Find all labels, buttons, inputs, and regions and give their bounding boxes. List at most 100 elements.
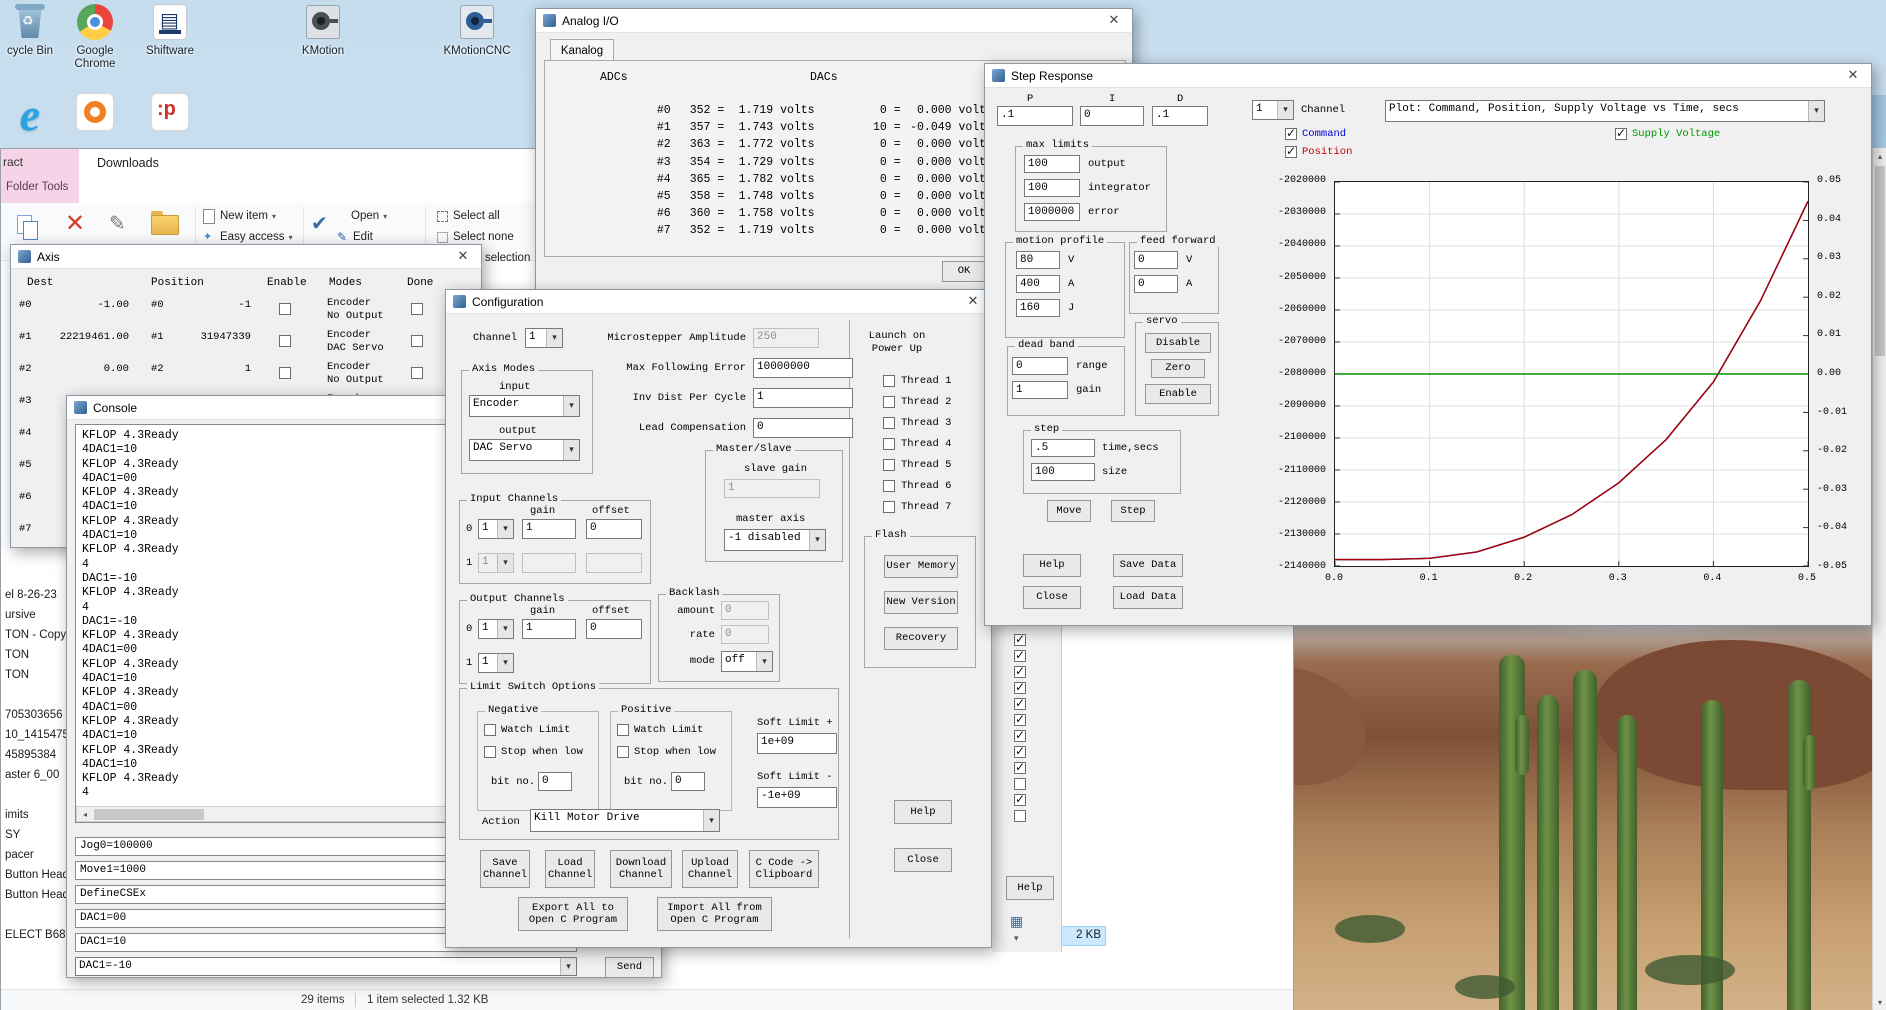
enable-checkbox[interactable] <box>279 303 291 315</box>
ribbon-tab-extract[interactable]: ract <box>3 155 23 169</box>
rate-input[interactable]: 0 <box>721 625 769 644</box>
close-icon[interactable] <box>1096 9 1132 32</box>
close-icon[interactable] <box>1835 64 1871 87</box>
slave-gain-input[interactable]: 1 <box>724 479 820 498</box>
file-name-item[interactable]: 705303656 <box>5 709 67 729</box>
desktop-scrollbar[interactable]: ▴ ▾ <box>1872 148 1886 1010</box>
file-name-item[interactable]: TON - Copy <box>5 629 67 649</box>
max-following-input[interactable]: 10000000 <box>753 358 853 378</box>
thread-checkbox[interactable] <box>883 438 895 450</box>
flash-button[interactable]: User Memory <box>884 555 958 578</box>
load-data-button[interactable]: Load Data <box>1113 586 1183 609</box>
lead-comp-input[interactable]: 0 <box>753 418 853 438</box>
grid-view-icon[interactable]: ▦ <box>1010 914 1023 930</box>
configuration-title-bar[interactable]: Configuration <box>446 290 991 314</box>
side-checkbox[interactable] <box>1014 762 1026 774</box>
file-name-item[interactable]: TON <box>5 649 67 669</box>
new-folder-icon[interactable] <box>151 215 181 237</box>
flash-button[interactable]: Recovery <box>884 627 958 650</box>
contextual-tab-folder-tools[interactable]: Folder Tools <box>6 181 68 193</box>
select-all-button[interactable]: Select all <box>453 210 500 222</box>
file-name-item[interactable]: el 8-26-23 <box>5 589 67 609</box>
input-ch0-gain[interactable]: 1 <box>522 519 576 539</box>
scrollbar-thumb[interactable] <box>94 809 204 820</box>
save-data-button[interactable]: Save Data <box>1113 554 1183 577</box>
thread-checkbox[interactable] <box>883 396 895 408</box>
side-checkbox[interactable] <box>1014 810 1026 822</box>
db-gain-input[interactable]: 1 <box>1012 381 1068 399</box>
done-checkbox[interactable] <box>411 335 423 347</box>
side-checkbox[interactable] <box>1014 746 1026 758</box>
plot-select-combo[interactable]: Plot: Command, Position, Supply Voltage … <box>1385 100 1825 122</box>
chevron-down-icon[interactable]: ▾ <box>1014 934 1019 944</box>
side-checkbox[interactable] <box>1014 714 1026 726</box>
p-input[interactable]: .1 <box>997 106 1073 126</box>
output-ch0-gain[interactable]: 1 <box>522 619 576 639</box>
inv-dist-input[interactable]: 1 <box>753 388 853 408</box>
file-name-item[interactable]: imits <box>5 809 67 829</box>
watch-limit-checkbox[interactable] <box>484 724 496 736</box>
help-button[interactable]: Help <box>894 800 952 824</box>
copy-icon[interactable] <box>15 213 43 243</box>
command-input-combo[interactable]: DAC1=-10 <box>75 957 577 976</box>
axis-title-bar[interactable]: Axis <box>11 245 481 269</box>
new-item-button[interactable]: New item <box>220 210 276 222</box>
file-name-item[interactable]: Button Head <box>5 889 67 909</box>
file-name-item[interactable]: pacer <box>5 849 67 869</box>
done-checkbox[interactable] <box>411 367 423 379</box>
export-all-button[interactable]: Export All to Open C Program <box>518 897 628 931</box>
open-button[interactable]: Open <box>351 210 387 222</box>
download-channel-button[interactable]: Download Channel <box>610 850 672 888</box>
close-icon[interactable] <box>445 245 481 268</box>
amount-input[interactable]: 0 <box>721 601 769 620</box>
desktop-icon-kmotioncnc[interactable]: KMotionCNC <box>439 2 515 58</box>
file-name-item[interactable]: TON <box>5 669 67 689</box>
command-checkbox[interactable] <box>1285 128 1297 140</box>
ff-accel-input[interactable]: 0 <box>1134 275 1178 293</box>
file-name-item[interactable] <box>5 689 67 709</box>
file-name-item[interactable]: 10_14154756 <box>5 729 67 749</box>
action-combo[interactable]: Kill Motor Drive <box>530 809 720 832</box>
close-button[interactable]: Close <box>894 848 952 872</box>
file-name-item[interactable]: 45895384 <box>5 749 67 769</box>
kanalog-tab[interactable]: Kanalog <box>550 39 614 61</box>
neg-bit-input[interactable]: 0 <box>538 772 572 791</box>
import-all-button[interactable]: Import All from Open C Program <box>657 897 772 931</box>
step-size-input[interactable]: 100 <box>1031 463 1095 481</box>
soft-limit-minus-input[interactable]: -1e+09 <box>757 787 837 808</box>
flash-button[interactable]: New Version <box>884 591 958 614</box>
input-ch1-combo[interactable]: 1 <box>478 553 514 573</box>
desktop-icon-p-app[interactable]: :p <box>132 92 208 132</box>
thread-checkbox[interactable] <box>883 417 895 429</box>
input-ch1-offset[interactable] <box>586 553 642 573</box>
enable-checkbox[interactable] <box>279 367 291 379</box>
output-ch0-offset[interactable]: 0 <box>586 619 642 639</box>
input-ch1-gain[interactable] <box>522 553 576 573</box>
edit-button[interactable]: Edit <box>353 231 373 243</box>
max-integrator-input[interactable]: 100 <box>1024 179 1080 197</box>
pos-bit-input[interactable]: 0 <box>671 772 705 791</box>
easy-access-button[interactable]: Easy access <box>220 231 293 243</box>
thread-checkbox[interactable] <box>883 375 895 387</box>
input-mode-combo[interactable]: Encoder <box>469 395 580 417</box>
step-button[interactable]: Step <box>1111 500 1155 522</box>
desktop-icon-shiftware[interactable]: ▤ Shiftware <box>132 2 208 58</box>
mp-jerk-input[interactable]: 160 <box>1016 299 1060 317</box>
side-checkbox[interactable] <box>1014 698 1026 710</box>
file-name-item[interactable]: aster 6_00 <box>5 769 67 789</box>
file-name-item[interactable]: ursive <box>5 609 67 629</box>
scroll-up-arrow[interactable]: ▴ <box>1873 148 1886 164</box>
help-button[interactable]: Help <box>1006 876 1054 900</box>
side-checkbox[interactable] <box>1014 682 1026 694</box>
i-input[interactable]: 0 <box>1080 106 1144 126</box>
help-button[interactable]: Help <box>1023 554 1081 577</box>
stop-when-low-checkbox[interactable] <box>484 746 496 758</box>
channel-combo[interactable]: 1 <box>1252 100 1294 120</box>
output-ch1-combo[interactable]: 1 <box>478 653 514 673</box>
done-checkbox[interactable] <box>411 303 423 315</box>
side-checkbox[interactable] <box>1014 634 1026 646</box>
output-mode-combo[interactable]: DAC Servo <box>469 439 580 461</box>
side-checkbox[interactable] <box>1014 730 1026 742</box>
max-output-input[interactable]: 100 <box>1024 155 1080 173</box>
step-time-input[interactable]: .5 <box>1031 439 1095 457</box>
